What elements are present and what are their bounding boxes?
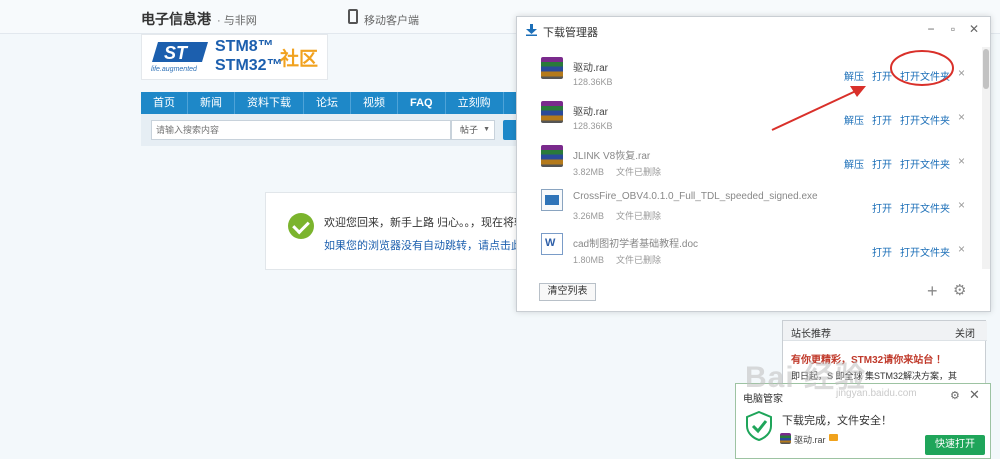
svg-text:ST: ST: [164, 43, 189, 63]
open-folder-button[interactable]: 打开文件夹: [900, 112, 950, 127]
download-list: 驱动.rar 128.36KB 解压 打开 打开文件夹 × 驱动.rar 128…: [517, 47, 982, 269]
open-button[interactable]: 打开: [872, 244, 892, 259]
downloaded-file-name: 驱动.rar: [794, 435, 826, 445]
search-bar: 帖子 ▼: [141, 114, 521, 146]
mobile-client-link[interactable]: 移动客户端: [364, 12, 419, 28]
remove-item-icon[interactable]: ×: [958, 110, 965, 124]
extract-button[interactable]: 解压: [844, 112, 864, 127]
file-name: cad制图初学者基础教程.doc: [573, 239, 699, 250]
close-icon[interactable]: ✕: [967, 22, 981, 36]
remove-item-icon[interactable]: ×: [958, 198, 965, 212]
extract-button[interactable]: 解压: [844, 156, 864, 171]
nav-item-faq[interactable]: FAQ: [398, 92, 446, 114]
open-folder-button[interactable]: 打开文件夹: [900, 244, 950, 259]
quick-open-button[interactable]: 快速打开: [925, 435, 985, 455]
file-meta: 3.82MB 文件已删除: [573, 165, 661, 178]
file-name: JLINK V8恢复.rar: [573, 151, 651, 162]
nav-item-forum[interactable]: 论坛: [304, 92, 351, 114]
gear-icon[interactable]: ⚙: [953, 282, 966, 300]
minimize-icon[interactable]: −: [924, 22, 938, 36]
open-button[interactable]: 打开: [872, 68, 892, 83]
check-icon: [288, 213, 314, 239]
logo-stm8: STM8™: [215, 38, 274, 55]
doc-file-icon: [541, 233, 563, 255]
download-item[interactable]: 驱动.rar 128.36KB 解压 打开 打开文件夹 ×: [517, 95, 982, 139]
rar-file-icon: [780, 433, 791, 444]
file-status: 文件已删除: [616, 211, 662, 221]
open-folder-button[interactable]: 打开文件夹: [900, 68, 950, 83]
remove-item-icon[interactable]: ×: [958, 242, 965, 256]
download-item[interactable]: JLINK V8恢复.rar 3.82MB 文件已删除 解压 打开 打开文件夹 ×: [517, 139, 982, 183]
shield-icon: [746, 411, 772, 441]
recommendation-title: 站长推荐: [791, 329, 831, 340]
search-scope-select[interactable]: 帖子 ▼: [451, 120, 495, 140]
nav-item-news[interactable]: 新闻: [188, 92, 235, 114]
scrollbar-thumb[interactable]: [983, 49, 989, 89]
extract-button[interactable]: 解压: [844, 68, 864, 83]
logo-community: 社区: [280, 49, 319, 70]
rar-file-icon: [541, 101, 563, 123]
download-list-scrollbar[interactable]: [982, 47, 990, 269]
file-size: 128.36KB: [573, 77, 613, 87]
file-name: CrossFire_OBV4.0.1.0_Full_TDL_speeded_si…: [573, 191, 818, 202]
open-folder-button[interactable]: 打开文件夹: [900, 156, 950, 171]
file-size: 1.80MB: [573, 255, 605, 265]
nav-item-buy[interactable]: 立刻购: [446, 92, 504, 114]
site-name[interactable]: 电子信息港: [141, 9, 211, 29]
baidu-watermark-url: jingyan.baidu.com: [836, 388, 917, 399]
main-nav: 首页 新闻 资料下载 论坛 视频 FAQ 立刻购: [141, 92, 521, 114]
nav-item-downloads[interactable]: 资料下载: [235, 92, 304, 114]
recommendation-close-button[interactable]: 关闭: [955, 325, 975, 340]
gear-icon[interactable]: ⚙: [950, 389, 960, 402]
chevron-down-icon: ▼: [483, 126, 490, 133]
add-icon[interactable]: +: [927, 282, 938, 300]
rar-file-icon: [541, 57, 563, 79]
site-sub-link[interactable]: · 与非网: [217, 12, 257, 28]
file-size: 3.26MB: [573, 211, 605, 221]
remove-item-icon[interactable]: ×: [958, 154, 965, 168]
search-scope-label: 帖子: [460, 125, 479, 135]
file-name: 驱动.rar: [573, 107, 608, 118]
file-name: 驱动.rar: [573, 63, 608, 74]
clear-list-button[interactable]: 清空列表: [539, 283, 596, 301]
file-meta: 3.26MB 文件已删除: [573, 209, 661, 222]
open-button[interactable]: 打开: [872, 200, 892, 215]
open-button[interactable]: 打开: [872, 112, 892, 127]
nav-item-video[interactable]: 视频: [351, 92, 398, 114]
welcome-message: 欢迎您回来，新手上路 归心。。，现在将转: [324, 217, 526, 229]
remove-item-icon[interactable]: ×: [958, 66, 965, 80]
logo-stm32: STM32™: [215, 57, 283, 74]
download-manager-window: 下载管理器 − ▫ ✕ 驱动.rar 128.36KB 解压 打开 打开文件夹 …: [516, 16, 991, 312]
download-manager-title: 下载管理器: [543, 27, 598, 39]
download-item[interactable]: cad制图初学者基础教程.doc 1.80MB 文件已删除 打开 打开文件夹 ×: [517, 227, 982, 269]
security-message: 下载完成，文件安全！: [782, 415, 892, 427]
mobile-phone-icon[interactable]: [348, 9, 358, 24]
maximize-icon[interactable]: ▫: [946, 22, 960, 36]
file-status: 文件已删除: [616, 167, 662, 177]
welcome-card: 欢迎您回来，新手上路 归心。。，现在将转 如果您的浏览器没有自动跳转，请点击此链: [265, 192, 535, 270]
exe-file-icon: [541, 189, 563, 211]
file-size: 128.36KB: [573, 121, 613, 131]
search-input[interactable]: [151, 120, 451, 140]
logo-tagline: life.augmented: [151, 66, 197, 73]
open-button[interactable]: 打开: [872, 156, 892, 171]
site-logo[interactable]: ST life.augmented STM8™ STM32™ 社区: [141, 34, 328, 80]
download-item[interactable]: 驱动.rar 128.36KB 解压 打开 打开文件夹 ×: [517, 51, 982, 95]
nav-item-home[interactable]: 首页: [141, 92, 188, 114]
download-icon: [526, 24, 537, 36]
download-item[interactable]: CrossFire_OBV4.0.1.0_Full_TDL_speeded_si…: [517, 183, 982, 227]
folder-icon[interactable]: [829, 434, 838, 441]
close-icon[interactable]: ✕: [969, 387, 980, 403]
st-logo-icon: ST: [152, 42, 208, 63]
recommendation-header: 站长推荐 关闭: [783, 321, 987, 341]
file-status: 文件已删除: [616, 255, 662, 265]
file-size: 3.82MB: [573, 167, 605, 177]
open-folder-button[interactable]: 打开文件夹: [900, 200, 950, 215]
file-meta: 1.80MB 文件已删除: [573, 253, 661, 266]
redirect-link[interactable]: 如果您的浏览器没有自动跳转，请点击此链: [324, 237, 533, 253]
rar-file-icon: [541, 145, 563, 167]
